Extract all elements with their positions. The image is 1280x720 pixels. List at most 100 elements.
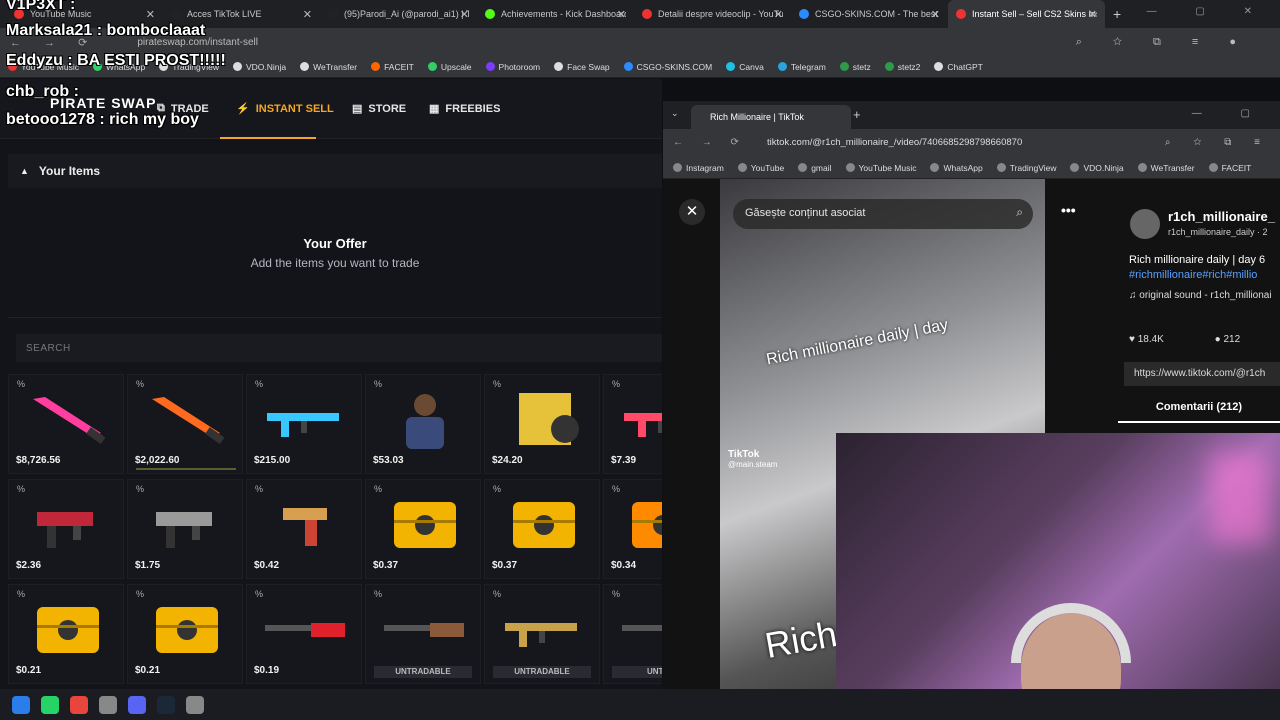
tiktok-bookmark-item[interactable]: TradingView — [996, 163, 1056, 173]
obs-icon[interactable] — [99, 695, 117, 714]
windows-icon[interactable] — [12, 695, 30, 714]
close-tab-icon[interactable]: ✕ — [931, 8, 940, 21]
window-controls[interactable]: — ▢ — [1192, 108, 1268, 119]
bookmark-item[interactable]: VDO.Ninja — [232, 62, 286, 72]
username[interactable]: r1ch_millionaire_ — [1168, 209, 1275, 224]
settings-icon[interactable] — [186, 695, 204, 714]
item-card[interactable]: % $0.21 — [127, 584, 243, 684]
item-card[interactable]: % $0.34 — [603, 479, 662, 579]
close-tab-icon[interactable]: ✕ — [617, 8, 626, 21]
search-icon[interactable]: ⌕ — [1016, 205, 1023, 220]
bookmark-item[interactable]: Face Swap — [554, 62, 610, 72]
percent-icon[interactable]: % — [612, 589, 620, 599]
percent-icon[interactable]: % — [493, 379, 501, 389]
bookmark-item[interactable]: ChatGPT — [934, 62, 983, 72]
percent-icon[interactable]: % — [493, 589, 501, 599]
bookmark-item[interactable]: FACEIT — [371, 62, 414, 72]
item-card[interactable]: % $53.03 — [365, 374, 481, 474]
comment-button[interactable]: ● 212 — [1215, 334, 1265, 345]
tiktok-bookmark-item[interactable]: gmail — [798, 163, 832, 173]
percent-icon[interactable]: % — [136, 484, 144, 494]
new-tab-icon[interactable]: + — [1113, 6, 1121, 22]
browser-tab[interactable]: CSGO-SKINS.COM - The best C ✕ — [791, 0, 948, 28]
item-card[interactable]: % $1.75 — [127, 479, 243, 579]
percent-icon[interactable]: % — [136, 379, 144, 389]
percent-icon[interactable]: % — [612, 379, 620, 389]
nav-store[interactable]: ▤ STORE — [352, 102, 406, 116]
chevron-down-icon[interactable]: ⌄ — [671, 108, 679, 119]
tiktok-bookmark-item[interactable]: YouTube Music — [845, 163, 916, 173]
close-tab-icon[interactable]: ✕ — [146, 8, 155, 21]
percent-icon[interactable]: % — [255, 589, 263, 599]
tiktok-bookmark-item[interactable]: WhatsApp — [930, 163, 983, 173]
browser-tab[interactable]: Achievements - Kick Dashboard ✕ — [477, 0, 634, 28]
item-card[interactable]: % $0.37 — [484, 479, 600, 579]
percent-icon[interactable]: % — [612, 484, 620, 494]
toolbar-icons[interactable]: ⌕ ☆ ⧉ ≡ ● — [1076, 36, 1250, 49]
window-controls[interactable]: — ▢ ✕ — [1147, 6, 1270, 17]
item-card[interactable]: % $2,022.60 — [127, 374, 243, 474]
sound-label[interactable]: ♫ original sound - r1ch_millionai — [1129, 290, 1272, 301]
close-tab-icon[interactable]: ✕ — [1088, 8, 1097, 21]
hashtags[interactable]: #richmillionaire#rich#millio — [1129, 269, 1257, 281]
bookmark-item[interactable]: Upscale — [427, 62, 472, 72]
avatar[interactable] — [1130, 209, 1160, 239]
more-icon[interactable]: ••• — [1061, 202, 1076, 218]
nav-instant-sell[interactable]: ⚡ INSTANT SELL — [220, 102, 334, 139]
browser-tab[interactable]: (95)Parodi_Ai (@parodi_ai1) | Ti ✕ — [320, 0, 477, 28]
tiktok-url[interactable]: tiktok.com/@r1ch_millionaire_/video/7406… — [767, 137, 1022, 148]
bookmark-item[interactable]: Canva — [726, 62, 764, 72]
bookmark-item[interactable]: CSGO-SKINS.COM — [623, 62, 712, 72]
tiktok-bookmark-item[interactable]: Instagram — [673, 163, 724, 173]
item-card[interactable]: % $0.37 — [365, 479, 481, 579]
bookmark-item[interactable]: stetz2 — [884, 62, 920, 72]
steam-icon[interactable] — [157, 695, 175, 714]
percent-icon[interactable]: % — [374, 484, 382, 494]
tiktok-nav-buttons[interactable]: ← → ⟳ — [673, 137, 747, 148]
percent-icon[interactable]: % — [17, 484, 25, 494]
percent-icon[interactable]: % — [255, 484, 263, 494]
tiktok-toolbar-icons[interactable]: ⌕ ☆ ⧉ ≡ — [1165, 137, 1270, 148]
item-card[interactable]: % $215.00 — [246, 374, 362, 474]
bookmark-item[interactable]: WeTransfer — [300, 62, 357, 72]
tiktok-bookmark-item[interactable]: YouTube — [737, 163, 784, 173]
tiktok-bookmark-item[interactable]: FACEIT — [1208, 163, 1251, 173]
percent-icon[interactable]: % — [255, 379, 263, 389]
close-icon[interactable]: ✕ — [679, 199, 705, 225]
bookmark-item[interactable]: stetz — [839, 62, 871, 72]
item-card[interactable]: % $8,726.56 — [8, 374, 124, 474]
discord-icon[interactable] — [128, 695, 146, 714]
bookmark-item[interactable]: Photoroom — [485, 62, 540, 72]
like-button[interactable]: ♥ 18.4K — [1129, 334, 1188, 345]
nav-freebies[interactable]: ▦ FREEBIES — [429, 102, 500, 116]
item-card[interactable]: % $24.20 — [484, 374, 600, 474]
item-card[interactable]: % UNTRA — [603, 584, 662, 684]
close-tab-icon[interactable]: ✕ — [303, 8, 312, 21]
item-card[interactable]: % UNTRADABLE — [484, 584, 600, 684]
chrome-icon[interactable] — [70, 695, 88, 714]
percent-icon[interactable]: % — [17, 379, 25, 389]
share-link[interactable]: https://www.tiktok.com/@r1ch — [1124, 362, 1280, 386]
bookmark-item[interactable]: Telegram — [777, 62, 826, 72]
tiktok-tab[interactable]: Rich Millionaire | TikTok — [691, 105, 851, 129]
item-card[interactable]: % $0.21 — [8, 584, 124, 684]
item-card[interactable]: % $0.42 — [246, 479, 362, 579]
item-card[interactable]: % UNTRADABLE — [365, 584, 481, 684]
item-card[interactable]: % $7.39 — [603, 374, 662, 474]
tiktok-bookmark-item[interactable]: WeTransfer — [1137, 163, 1195, 173]
percent-icon[interactable]: % — [493, 484, 501, 494]
percent-icon[interactable]: % — [17, 589, 25, 599]
percent-icon[interactable]: % — [374, 589, 382, 599]
whatsapp-icon[interactable] — [41, 695, 59, 714]
related-search-input[interactable]: Găsește conținut asociat ⌕ — [733, 199, 1033, 229]
your-items-toggle[interactable]: ▲ Your Items — [8, 154, 662, 188]
comments-tab[interactable]: Comentarii (212) — [1118, 401, 1280, 423]
search-input[interactable]: SEARCH — [16, 334, 662, 362]
close-tab-icon[interactable]: ✕ — [774, 8, 783, 21]
percent-icon[interactable]: % — [136, 589, 144, 599]
new-tab-icon[interactable]: + — [853, 107, 861, 122]
percent-icon[interactable]: % — [374, 379, 382, 389]
browser-tab[interactable]: Detalii despre videoclip - YouTu ✕ — [634, 0, 791, 28]
item-card[interactable]: % $0.19 — [246, 584, 362, 684]
close-tab-icon[interactable]: ✕ — [460, 8, 469, 21]
